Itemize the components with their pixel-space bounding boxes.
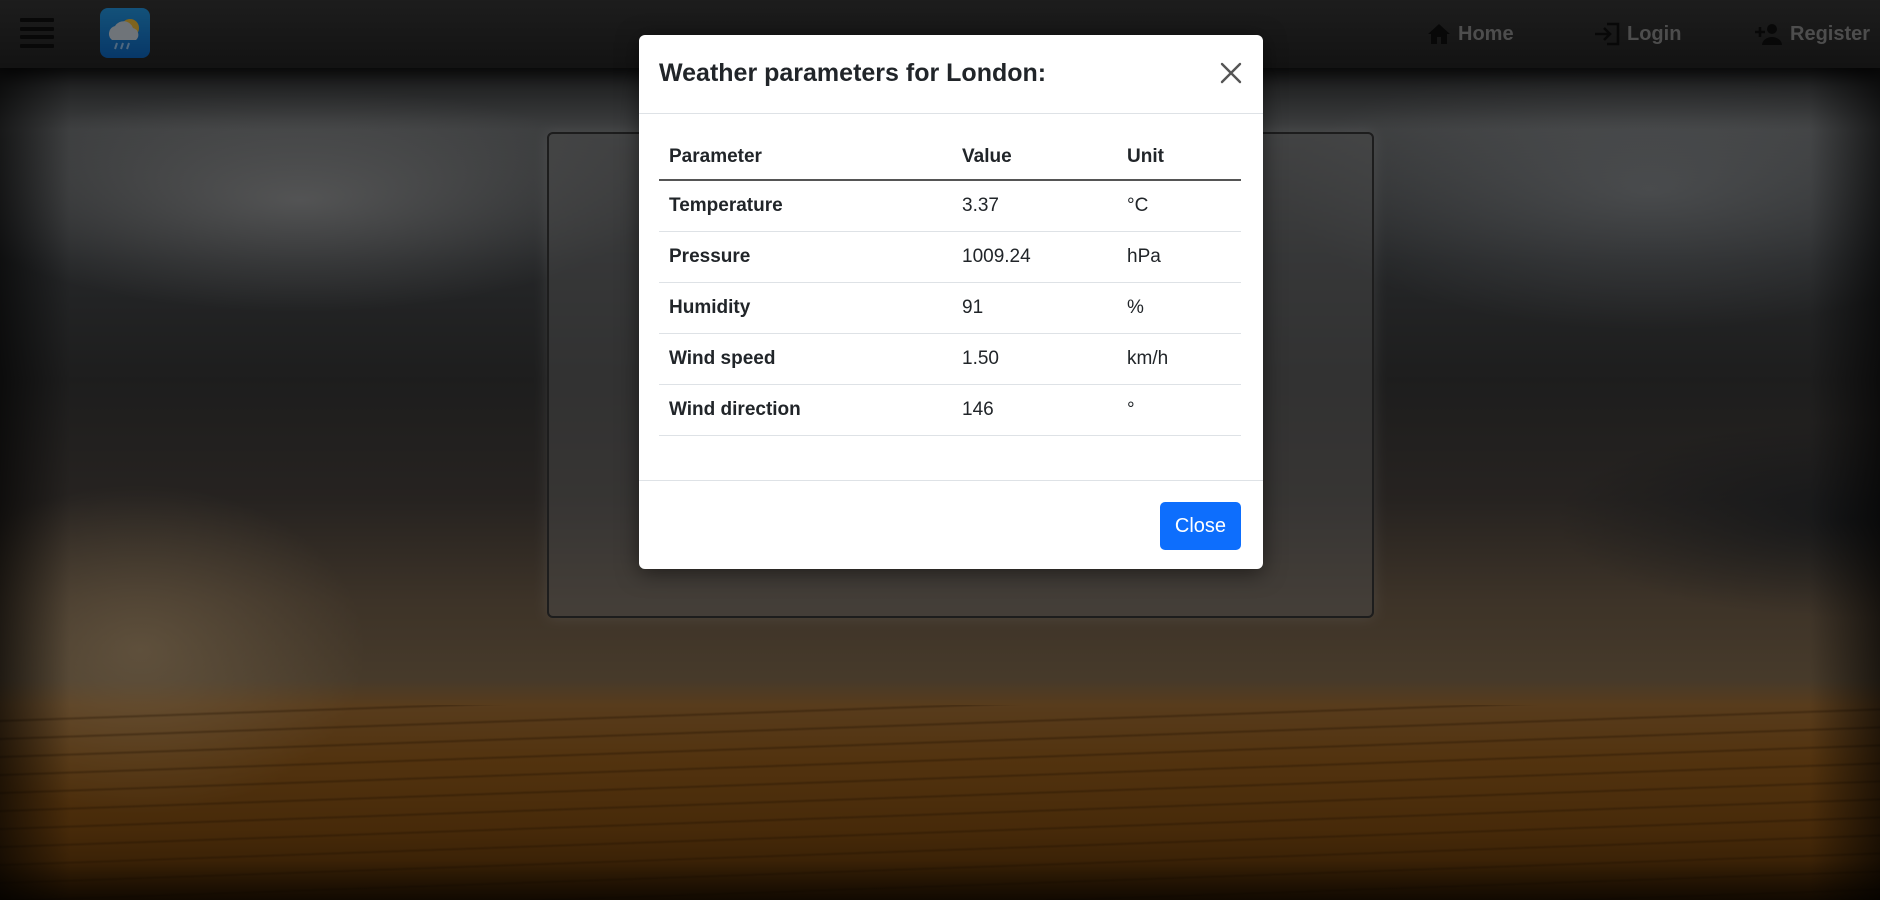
- weather-parameters-table: Parameter Value Unit Temperature 3.37 °C…: [659, 134, 1241, 436]
- parameter-unit: %: [1117, 282, 1241, 334]
- table-header-row: Parameter Value Unit: [659, 134, 1241, 181]
- parameter-value: 1009.24: [952, 231, 1117, 283]
- parameter-unit: km/h: [1117, 333, 1241, 385]
- parameter-unit: °C: [1117, 180, 1241, 232]
- parameter-value: 146: [952, 384, 1117, 436]
- parameter-unit: °: [1117, 384, 1241, 436]
- column-header-unit: Unit: [1117, 134, 1241, 181]
- close-button[interactable]: Close: [1160, 502, 1241, 550]
- table-row: Wind direction 146 °: [659, 384, 1241, 436]
- modal-footer: Close: [639, 480, 1263, 569]
- table-row: Pressure 1009.24 hPa: [659, 231, 1241, 283]
- parameter-name: Wind direction: [659, 384, 952, 436]
- parameter-name: Pressure: [659, 231, 952, 283]
- column-header-value: Value: [952, 134, 1117, 181]
- parameter-unit: hPa: [1117, 231, 1241, 283]
- modal-header: Weather parameters for London:: [639, 35, 1263, 114]
- modal-body: Parameter Value Unit Temperature 3.37 °C…: [659, 114, 1241, 436]
- table-row: Wind speed 1.50 km/h: [659, 333, 1241, 385]
- modal-city: London: [946, 59, 1038, 87]
- table-row: Humidity 91 %: [659, 282, 1241, 334]
- parameter-name: Humidity: [659, 282, 952, 334]
- table-row: Temperature 3.37 °C: [659, 180, 1241, 232]
- parameter-name: Temperature: [659, 180, 952, 232]
- parameter-value: 3.37: [952, 180, 1117, 232]
- parameter-value: 91: [952, 282, 1117, 334]
- close-icon[interactable]: [1217, 59, 1245, 87]
- modal-title: Weather parameters for London:: [659, 59, 1047, 87]
- weather-parameters-modal: Weather parameters for London: Parameter…: [639, 35, 1263, 569]
- parameter-name: Wind speed: [659, 333, 952, 385]
- parameter-value: 1.50: [952, 333, 1117, 385]
- column-header-parameter: Parameter: [659, 134, 952, 181]
